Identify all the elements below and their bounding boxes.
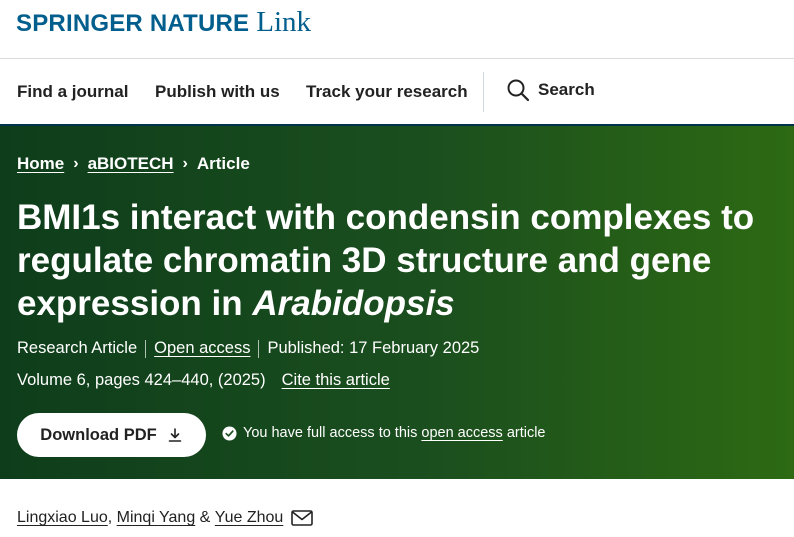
breadcrumb-home[interactable]: Home (17, 154, 64, 174)
meta-divider (145, 339, 147, 358)
breadcrumb-journal[interactable]: aBIOTECH (88, 154, 174, 174)
access-prefix: You have full access to this (243, 425, 418, 441)
article-title: BMI1s interact with condensin complexes … (17, 196, 792, 325)
access-status: You have full access to this open access… (222, 425, 546, 441)
author-link[interactable]: Minqi Yang (117, 509, 196, 527)
author-separator: , (107, 509, 117, 526)
breadcrumb-current: Article (196, 154, 250, 173)
author-separator: & (195, 509, 215, 526)
author-link[interactable]: Yue Zhou (215, 509, 284, 527)
search-button[interactable]: Search (506, 78, 595, 102)
article-meta: Research Article Open access Published: … (17, 339, 479, 358)
access-suffix: article (506, 425, 546, 441)
logo-bar: SPRINGER NATURE Link (0, 0, 794, 59)
article-title-species: Arabidopsis (252, 284, 455, 323)
download-icon (168, 428, 182, 442)
chevron-right-icon: › (73, 155, 79, 172)
volume-pages: Volume 6, pages 424–440, (2025) (17, 371, 266, 389)
article-hero: Home › aBIOTECH › Article BMI1s interact… (0, 124, 794, 479)
breadcrumb: Home › aBIOTECH › Article (17, 154, 250, 174)
author-link[interactable]: Lingxiao Luo (17, 509, 108, 527)
logo-text-link: Link (256, 6, 312, 38)
open-access-link[interactable]: Open access (154, 339, 250, 358)
logo-text-main: SPRINGER NATURE (16, 10, 250, 37)
published-date: Published: 17 February 2025 (267, 339, 480, 357)
author-list: Lingxiao Luo , Minqi Yang & Yue Zhou (17, 509, 314, 527)
download-pdf-label: Download PDF (40, 425, 157, 444)
open-access-inline-link[interactable]: open access (421, 425, 502, 441)
search-label: Search (538, 80, 595, 99)
cite-this-article-link[interactable]: Cite this article (282, 371, 390, 390)
search-icon (507, 79, 530, 102)
main-navigation: Find a journal Publish with us Track you… (0, 60, 794, 124)
chevron-right-icon: › (182, 155, 188, 172)
nav-track-research[interactable]: Track your research (306, 82, 468, 102)
nav-divider (483, 72, 484, 112)
check-circle-icon (222, 425, 237, 441)
nav-publish-with-us[interactable]: Publish with us (155, 82, 280, 102)
springer-nature-link-logo[interactable]: SPRINGER NATURE Link (16, 6, 311, 39)
article-type: Research Article (17, 339, 138, 357)
envelope-icon[interactable] (291, 510, 314, 526)
article-citation-info: Volume 6, pages 424–440, (2025) Cite thi… (17, 371, 390, 390)
meta-divider (258, 339, 260, 358)
nav-find-journal[interactable]: Find a journal (17, 82, 128, 102)
download-pdf-button[interactable]: Download PDF (17, 413, 206, 457)
